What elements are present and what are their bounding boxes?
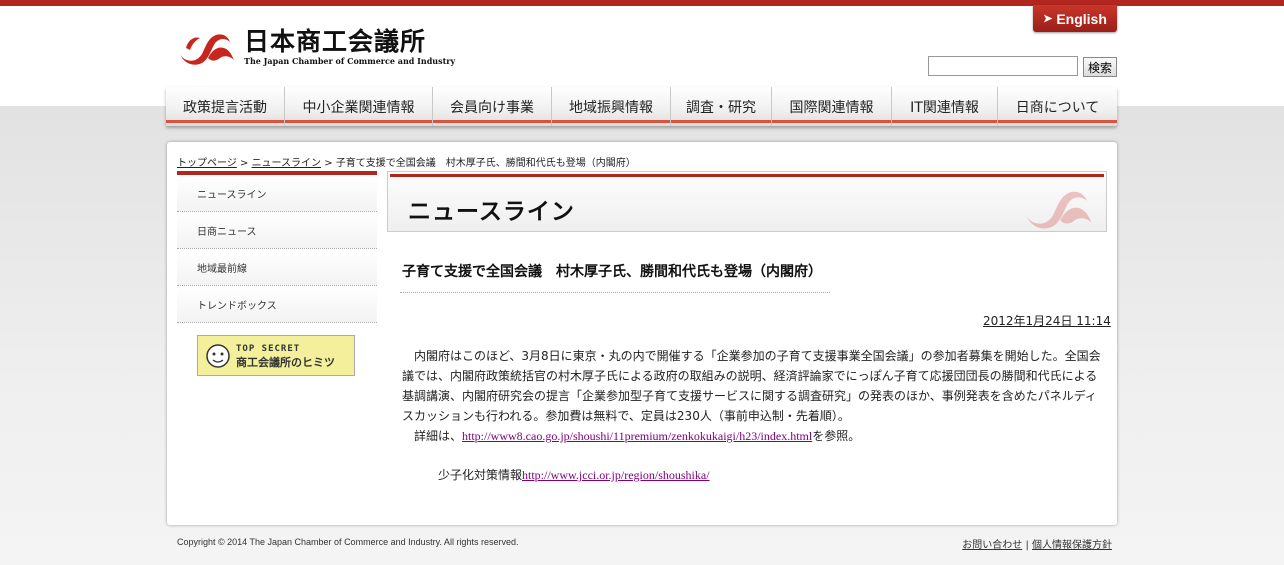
shoushika-info: 少子化対策情報http://www.jcci.or.jp/region/shou… [438, 466, 710, 483]
nav-item-international[interactable]: 国際関連情報 [772, 87, 892, 126]
shoushika-label: 少子化対策情報 [438, 468, 523, 482]
breadcrumb-top-link[interactable]: トップページ [177, 158, 237, 169]
sidebar-item-trend-box[interactable]: トレンドボックス [177, 286, 377, 323]
privacy-policy-link[interactable]: 個人情報保護方針 [1032, 540, 1112, 551]
nav-item-policy[interactable]: 政策提言活動 [166, 87, 285, 126]
logo-english-name: The Japan Chamber of Commerce and Indust… [244, 56, 456, 66]
article-title: 子育て支援で全国会議 村木厚子氏、勝間和代氏も登場（内閣府） [402, 264, 822, 280]
logo-japanese-name: 日本商工会議所 [244, 27, 427, 56]
cao-details-link[interactable]: http://www8.cao.go.jp/shoushi/11premium/… [462, 429, 812, 443]
title-divider [400, 292, 830, 293]
shoushika-link[interactable]: http://www.jcci.or.jp/region/shoushika/ [522, 468, 710, 482]
article-paragraph-details: 詳細は、http://www8.cao.go.jp/shoushi/11prem… [402, 426, 1102, 446]
jcci-logo-icon [180, 34, 234, 65]
copyright-text: Copyright © 2014 The Japan Chamber of Co… [177, 537, 519, 547]
sidebar-item-nissho-news[interactable]: 日商ニュース [177, 212, 377, 249]
nav-item-it[interactable]: IT関連情報 [892, 87, 998, 126]
sidebar-item-newsline[interactable]: ニュースライン [177, 175, 377, 212]
search-button[interactable]: 検索 [1083, 57, 1117, 77]
details-suffix: を参照。 [812, 429, 861, 443]
footer-separator: | [1022, 540, 1032, 551]
top-secret-banner[interactable]: TOP SECRET 商工会議所のヒミツ [197, 335, 355, 376]
nav-item-sme[interactable]: 中小企業関連情報 [285, 87, 433, 126]
banner-top-secret-text: TOP SECRET [236, 343, 301, 354]
global-nav: 政策提言活動 中小企業関連情報 会員向け事業 地域振興情報 調査・研究 国際関連… [166, 87, 1117, 126]
article-date: 2012年1月24日 11:14 [983, 314, 1111, 328]
nav-item-about[interactable]: 日商について [998, 87, 1117, 126]
breadcrumb: トップページ > ニュースライン > 子育て支援で全国会議 村木厚子氏、勝間和代… [177, 154, 636, 169]
contact-link[interactable]: お問い合わせ [962, 540, 1022, 551]
details-prefix: 詳細は、 [414, 429, 463, 443]
breadcrumb-news-link[interactable]: ニュースライン [252, 158, 322, 169]
breadcrumb-separator: > [236, 158, 252, 169]
banner-himitsu-text: 商工会議所のヒミツ [236, 355, 335, 369]
jcci-watermark-icon [1026, 191, 1092, 229]
nav-item-members[interactable]: 会員向け事業 [433, 87, 552, 126]
page-title: ニュースライン [408, 199, 575, 225]
sidebar: ニュースライン 日商ニュース 地域最前線 トレンドボックス [177, 171, 377, 323]
breadcrumb-current: 子育て支援で全国会議 村木厚子氏、勝間和代氏も登場（内閣府） [335, 158, 636, 169]
footer-links: お問い合わせ | 個人情報保護方針 [962, 536, 1112, 551]
breadcrumb-separator: > [321, 158, 336, 169]
page-header: ニュースライン [387, 171, 1107, 232]
arrow-right-icon: ➤ [1043, 13, 1053, 25]
english-button[interactable]: ➤ English [1033, 5, 1117, 32]
english-label: English [1056, 10, 1107, 27]
article-paragraph: 内閣府はこのほど、3月8日に東京・丸の内で開催する「企業参加の子育て支援事業全国… [402, 349, 1101, 423]
nav-item-research[interactable]: 調査・研究 [671, 87, 772, 126]
article-body: 内閣府はこのほど、3月8日に東京・丸の内で開催する「企業参加の子育て支援事業全国… [402, 346, 1102, 446]
sidebar-item-regional-front[interactable]: 地域最前線 [177, 249, 377, 286]
character-face-icon [206, 343, 230, 368]
nav-item-regional[interactable]: 地域振興情報 [552, 87, 671, 126]
search-input[interactable] [928, 56, 1078, 76]
site-logo[interactable]: 日本商工会議所 The Japan Chamber of Commerce an… [178, 28, 455, 68]
